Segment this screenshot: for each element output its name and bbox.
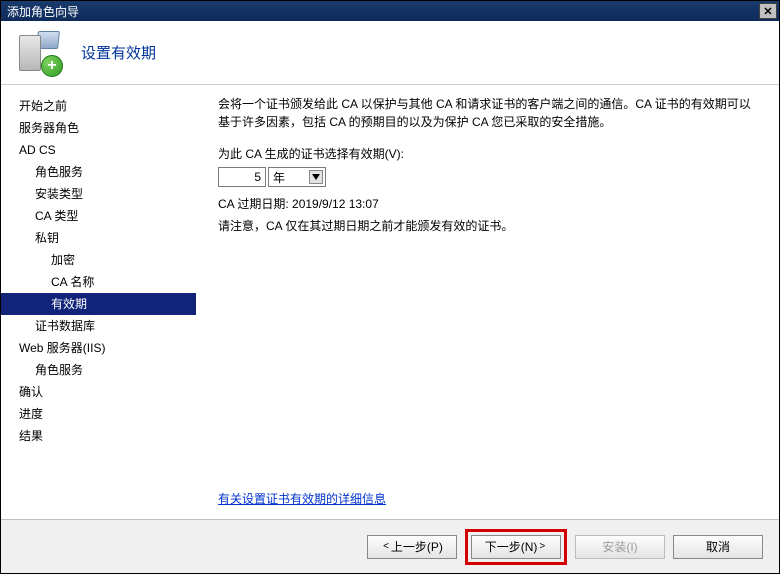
install-label: 安装(I): [602, 538, 637, 555]
sidebar-item-13[interactable]: 确认: [1, 381, 196, 403]
expiry-row: CA 过期日期: 2019/9/12 13:07: [218, 195, 759, 213]
next-button[interactable]: 下一步(N) >: [471, 535, 561, 559]
sidebar-item-label: 加密: [51, 253, 75, 267]
wizard-icon: +: [15, 29, 63, 77]
page-title: 设置有效期: [81, 42, 156, 63]
expiry-label: CA 过期日期:: [218, 197, 292, 211]
close-icon: ✕: [763, 5, 772, 18]
sidebar-item-8[interactable]: CA 名称: [1, 271, 196, 293]
next-button-highlight: 下一步(N) >: [465, 529, 567, 565]
next-label: 下一步(N): [485, 538, 538, 555]
chevron-left-icon: <: [383, 541, 389, 552]
cancel-label: 取消: [706, 538, 730, 555]
chevron-down-icon: [309, 170, 323, 184]
footer: < 上一步(P) 下一步(N) > 安装(I) 取消: [1, 519, 779, 573]
select-label: 为此 CA 生成的证书选择有效期(V):: [218, 145, 759, 163]
sidebar-item-label: 角色服务: [35, 363, 83, 377]
sidebar-item-6[interactable]: 私钥: [1, 227, 196, 249]
cancel-button[interactable]: 取消: [673, 535, 763, 559]
sidebar-item-4[interactable]: 安装类型: [1, 183, 196, 205]
sidebar-item-11[interactable]: Web 服务器(IIS): [1, 337, 196, 359]
sidebar-item-label: 安装类型: [35, 187, 83, 201]
wizard-window: 添加角色向导 ✕ + 设置有效期 开始之前服务器角色AD CS角色服务安装类型C…: [0, 0, 780, 574]
sidebar-item-label: 证书数据库: [35, 319, 95, 333]
sidebar-item-label: 服务器角色: [19, 121, 79, 135]
sidebar-item-label: 私钥: [35, 231, 59, 245]
sidebar-item-1[interactable]: 服务器角色: [1, 117, 196, 139]
sidebar-item-label: CA 名称: [51, 275, 94, 289]
window-title: 添加角色向导: [7, 3, 79, 20]
body-area: 开始之前服务器角色AD CS角色服务安装类型CA 类型私钥加密CA 名称有效期证…: [1, 85, 779, 519]
sidebar-item-label: CA 类型: [35, 209, 78, 223]
note-text: 请注意，CA 仅在其过期日期之前才能颁发有效的证书。: [218, 217, 759, 235]
plus-icon: +: [41, 55, 63, 77]
content-pane: 会将一个证书颁发给此 CA 以保护与其他 CA 和请求证书的客户端之间的通信。C…: [196, 85, 779, 519]
help-link[interactable]: 有关设置证书有效期的详细信息: [218, 492, 386, 506]
sidebar-item-label: AD CS: [19, 143, 56, 157]
sidebar-item-label: 结果: [19, 429, 43, 443]
sidebar-item-label: 有效期: [51, 297, 87, 311]
help-link-row: 有关设置证书有效期的详细信息: [218, 490, 759, 507]
sidebar-item-9[interactable]: 有效期: [1, 293, 196, 315]
titlebar: 添加角色向导 ✕: [1, 1, 779, 21]
sidebar-item-7[interactable]: 加密: [1, 249, 196, 271]
duration-input[interactable]: [218, 167, 266, 187]
sidebar-item-label: 进度: [19, 407, 43, 421]
sidebar-item-10[interactable]: 证书数据库: [1, 315, 196, 337]
sidebar: 开始之前服务器角色AD CS角色服务安装类型CA 类型私钥加密CA 名称有效期证…: [1, 85, 196, 519]
duration-unit-select[interactable]: 年: [268, 167, 326, 187]
sidebar-item-12[interactable]: 角色服务: [1, 359, 196, 381]
sidebar-item-label: 确认: [19, 385, 43, 399]
sidebar-item-label: 开始之前: [19, 99, 67, 113]
duration-unit-value: 年: [273, 169, 285, 186]
sidebar-item-0[interactable]: 开始之前: [1, 95, 196, 117]
sidebar-item-label: 角色服务: [35, 165, 83, 179]
sidebar-item-3[interactable]: 角色服务: [1, 161, 196, 183]
prev-button[interactable]: < 上一步(P): [367, 535, 457, 559]
install-button: 安装(I): [575, 535, 665, 559]
sidebar-item-14[interactable]: 进度: [1, 403, 196, 425]
intro-text: 会将一个证书颁发给此 CA 以保护与其他 CA 和请求证书的客户端之间的通信。C…: [218, 95, 759, 131]
validity-input-row: 年: [218, 167, 759, 187]
sidebar-item-label: Web 服务器(IIS): [19, 341, 105, 355]
prev-label: 上一步(P): [391, 538, 443, 555]
expiry-value: 2019/9/12 13:07: [292, 197, 379, 211]
chevron-right-icon: >: [539, 541, 545, 552]
sidebar-item-5[interactable]: CA 类型: [1, 205, 196, 227]
close-button[interactable]: ✕: [759, 3, 777, 19]
sidebar-item-2[interactable]: AD CS: [1, 139, 196, 161]
header-area: + 设置有效期: [1, 21, 779, 85]
sidebar-item-15[interactable]: 结果: [1, 425, 196, 447]
